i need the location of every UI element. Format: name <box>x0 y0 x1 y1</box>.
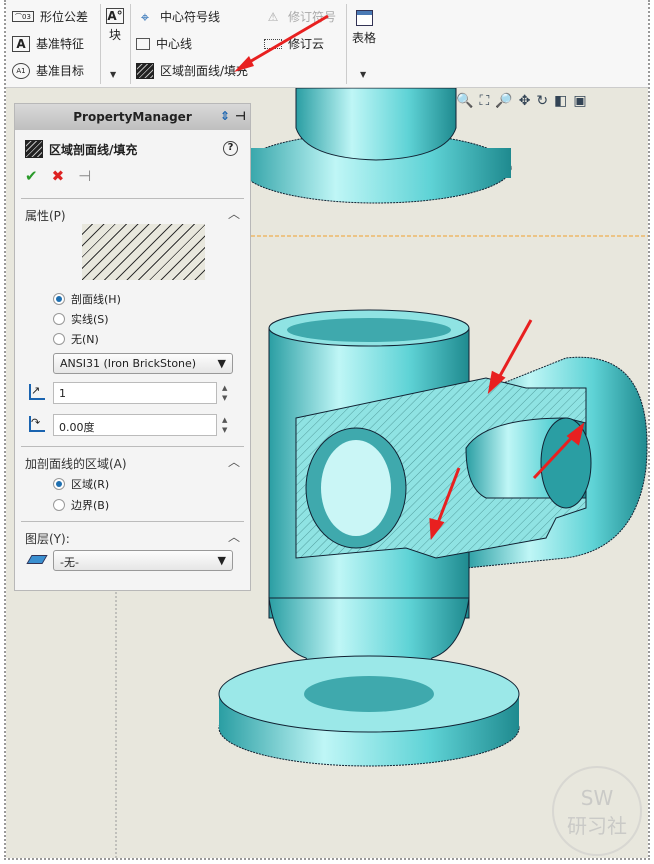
app-window: ⌒03 形位公差 A 基准特征 A1 基准目标 A° 块 ▼ ⌖ 中心符号线 中心线 区域… <box>4 0 650 860</box>
radio-none[interactable]: 无(N) <box>53 331 99 347</box>
collapse-properties-icon[interactable]: ︿ <box>228 205 240 222</box>
collapse-area-icon[interactable]: ︿ <box>228 453 240 470</box>
watermark-logo: SW 研习社 <box>552 766 642 856</box>
cancel-button[interactable]: ✖ <box>52 167 65 185</box>
graphics-area[interactable]: 🔍 ⛶ 🔎 ✥ ↻ ◧ ▣ PropertyManager ⇕ ⊣ 区域剖面线/填充 ? ✔ ✖ ⊣… <box>6 14 648 858</box>
pm-title: 区域剖面线/填充 <box>49 142 138 157</box>
pattern-select[interactable]: ANSI31 (Iron BrickStone) ▼ <box>53 353 233 374</box>
radio-solid[interactable]: 实线(S) <box>53 311 109 327</box>
zoom-to-fit-icon[interactable]: 🔍 <box>456 93 473 109</box>
angle-icon: ↷ <box>29 416 45 432</box>
hatch-icon <box>25 140 43 158</box>
angle-spinner[interactable]: ▲ ▼ <box>222 415 227 435</box>
hatch-preview <box>82 224 205 280</box>
layer-icon <box>26 555 48 564</box>
collapse-layer-icon[interactable]: ︿ <box>228 528 240 545</box>
expand-icon[interactable]: ⇕ <box>220 109 230 123</box>
layer-section-title: 图层(Y): <box>25 532 70 546</box>
ok-button[interactable]: ✔ <box>25 167 38 185</box>
angle-input[interactable]: 0.00度 <box>53 414 217 436</box>
scale-icon: ↗ <box>29 384 45 400</box>
radio-boundary[interactable]: 边界(B) <box>53 497 109 513</box>
radio-region[interactable]: 区域(R) <box>53 476 109 492</box>
help-icon[interactable]: ? <box>223 141 238 156</box>
pm-header: PropertyManager <box>73 110 192 124</box>
zoom-area-icon[interactable]: ⛶ <box>479 93 489 109</box>
scale-input[interactable]: 1 <box>53 382 217 404</box>
scale-spinner[interactable]: ▲ ▼ <box>222 383 227 403</box>
area-section-title: 加剖面线的区域(A) <box>25 457 127 471</box>
pin-icon[interactable]: ⊣ <box>235 109 246 123</box>
pan-icon[interactable]: ✥ <box>519 93 531 109</box>
zoom-icon[interactable]: 🔎 <box>495 93 512 109</box>
view-orientation-icon[interactable]: ▣ <box>573 93 586 109</box>
layer-select[interactable]: -无- ▼ <box>53 550 233 571</box>
chevron-down-icon: ▼ <box>217 554 226 567</box>
rotate-icon[interactable]: ↻ <box>536 93 548 109</box>
display-style-icon[interactable]: ◧ <box>554 93 567 109</box>
chevron-down-icon: ▼ <box>217 357 226 370</box>
properties-section-title: 属性(P) <box>25 209 66 223</box>
radio-hatch[interactable]: 剖面线(H) <box>53 291 121 307</box>
pin-button[interactable]: ⊣ <box>78 167 91 185</box>
view-toolbar: 🔍 ⛶ 🔎 ✥ ↻ ◧ ▣ <box>456 93 587 109</box>
property-manager: PropertyManager ⇕ ⊣ 区域剖面线/填充 ? ✔ ✖ ⊣ 属性(P) ︿ … <box>14 103 251 591</box>
